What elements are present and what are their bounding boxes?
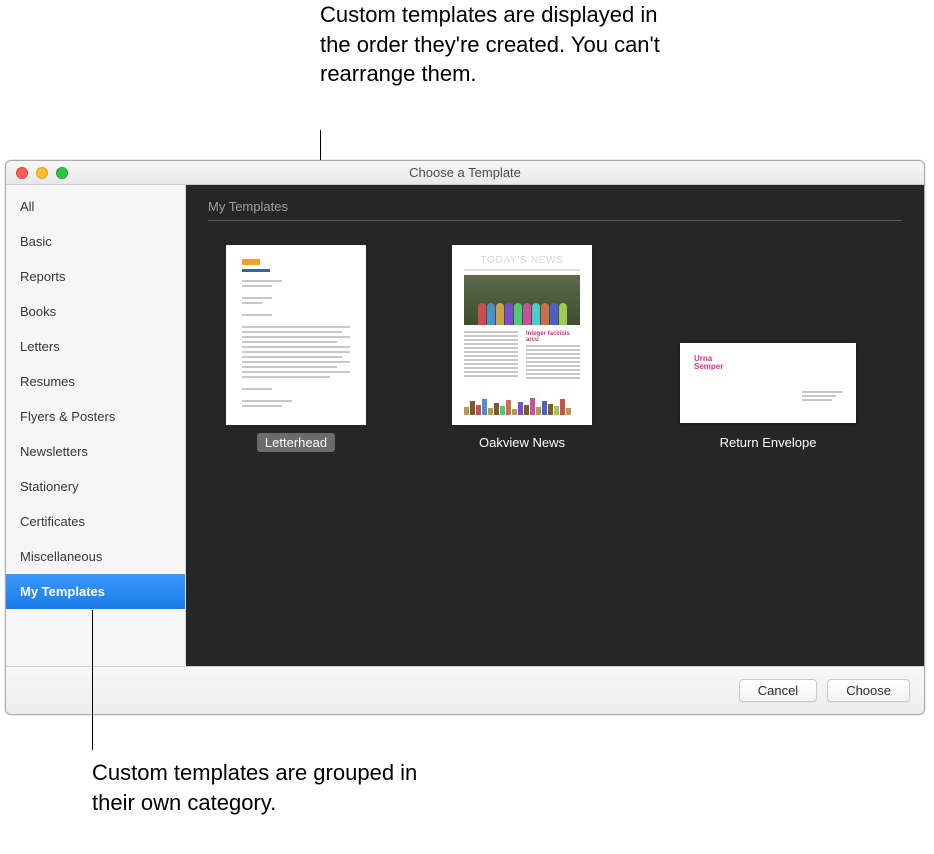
callout-line-bottom <box>92 610 93 750</box>
template-thumbnail-letterhead <box>228 247 364 423</box>
content-area: My Templates <box>186 185 924 666</box>
section-divider <box>208 220 902 221</box>
sidebar-item-miscellaneous[interactable]: Miscellaneous <box>6 539 185 574</box>
sidebar-item-newsletters[interactable]: Newsletters <box>6 434 185 469</box>
sidebar-item-all[interactable]: All <box>6 189 185 224</box>
template-thumbnail-oakview-news: TODAY'S NEWS <box>454 247 590 423</box>
template-grid: Letterhead TODAY'S NEWS <box>186 237 924 462</box>
template-label: Letterhead <box>257 433 335 452</box>
sidebar-item-flyers-posters[interactable]: Flyers & Posters <box>6 399 185 434</box>
envelope-sender-name-2: Semper <box>694 363 842 371</box>
window-controls <box>6 167 68 179</box>
window-body: All Basic Reports Books Letters Resumes … <box>6 185 924 666</box>
sidebar-item-books[interactable]: Books <box>6 294 185 329</box>
newsletter-masthead: TODAY'S NEWS <box>464 255 580 266</box>
section-header: My Templates <box>186 185 924 220</box>
window-title: Choose a Template <box>6 165 924 180</box>
template-item-oakview-news[interactable]: TODAY'S NEWS <box>454 247 590 452</box>
sidebar-item-letters[interactable]: Letters <box>6 329 185 364</box>
footer: Cancel Choose <box>6 666 924 714</box>
sidebar-item-reports[interactable]: Reports <box>6 259 185 294</box>
sidebar: All Basic Reports Books Letters Resumes … <box>6 185 186 666</box>
template-label: Return Envelope <box>712 433 825 452</box>
titlebar: Choose a Template <box>6 161 924 185</box>
sidebar-item-basic[interactable]: Basic <box>6 224 185 259</box>
callout-top: Custom templates are displayed in the or… <box>320 0 660 89</box>
sidebar-item-resumes[interactable]: Resumes <box>6 364 185 399</box>
close-icon[interactable] <box>16 167 28 179</box>
sidebar-item-certificates[interactable]: Certificates <box>6 504 185 539</box>
template-item-letterhead[interactable]: Letterhead <box>228 247 364 452</box>
template-label: Oakview News <box>471 433 573 452</box>
template-item-return-envelope[interactable]: Urna Semper Return Envelope <box>680 343 856 452</box>
template-chooser-window: Choose a Template All Basic Reports Book… <box>5 160 925 715</box>
template-thumbnail-return-envelope: Urna Semper <box>680 343 856 423</box>
minimize-icon[interactable] <box>36 167 48 179</box>
sidebar-item-my-templates[interactable]: My Templates <box>6 574 185 609</box>
cancel-button[interactable]: Cancel <box>739 679 817 702</box>
sidebar-item-stationery[interactable]: Stationery <box>6 469 185 504</box>
zoom-icon[interactable] <box>56 167 68 179</box>
callout-bottom: Custom templates are grouped in their ow… <box>92 758 432 817</box>
newsletter-headline: Integer facilisis arcu <box>526 331 580 343</box>
choose-button[interactable]: Choose <box>827 679 910 702</box>
